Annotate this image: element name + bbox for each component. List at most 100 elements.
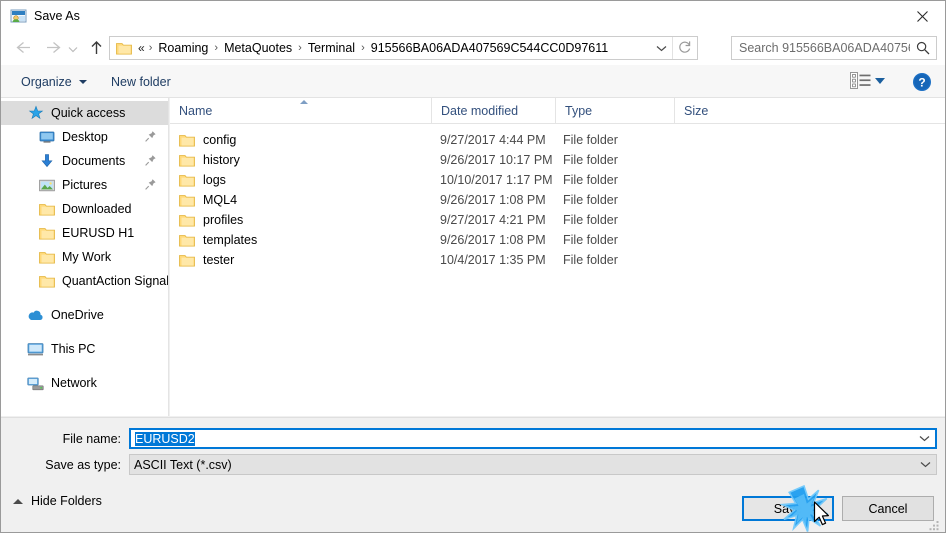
file-list-pane[interactable]: Name Date modified Type Size config 9/27… [170, 98, 945, 416]
up-button[interactable] [83, 36, 109, 62]
table-row[interactable]: logs 10/10/2017 1:17 PM File folder [170, 170, 945, 190]
column-header-size[interactable]: Size [674, 98, 753, 123]
sidebar-item-eurusd-h1[interactable]: EURUSD H1 [1, 221, 168, 245]
sidebar-item-this-pc[interactable]: This PC [1, 337, 168, 361]
help-icon: ? [912, 73, 932, 95]
pin-icon[interactable] [144, 130, 157, 143]
file-name-label: history [203, 153, 240, 167]
table-row[interactable]: tester 10/4/2017 1:35 PM File folder [170, 250, 945, 270]
title-bar: Save As [1, 1, 945, 32]
pin-icon[interactable] [144, 178, 157, 191]
sidebar-item-desktop[interactable]: Desktop [1, 125, 168, 149]
pc-icon [27, 341, 44, 358]
file-name-dropdown-button[interactable] [913, 435, 935, 442]
view-mode-icon [849, 71, 871, 92]
save-button[interactable]: Save [742, 496, 834, 521]
help-button[interactable]: ? [912, 72, 932, 92]
breadcrumb-item-roaming[interactable]: Roaming [154, 39, 212, 57]
chevron-down-icon [78, 79, 87, 84]
table-row[interactable]: templates 9/26/2017 1:08 PM File folder [170, 230, 945, 250]
refresh-button[interactable] [672, 37, 697, 59]
file-name-value[interactable]: EURUSD2 [135, 431, 913, 446]
breadcrumb-item-metaquotes[interactable]: MetaQuotes [220, 39, 296, 57]
sidebar-item-label: My Work [62, 250, 112, 264]
file-date-cell: 9/26/2017 1:08 PM [440, 233, 546, 247]
table-row[interactable]: MQL4 9/26/2017 1:08 PM File folder [170, 190, 945, 210]
save-as-type-value: ASCII Text (*.csv) [134, 457, 232, 472]
column-header-row: Name Date modified Type Size [170, 98, 945, 124]
save-as-type-dropdown-button[interactable] [914, 461, 936, 468]
forward-button[interactable] [40, 36, 66, 62]
breadcrumb: « › Roaming › MetaQuotes › Terminal › 91… [136, 39, 649, 57]
search-input[interactable]: Search 915566BA06ADA40756... [739, 41, 910, 55]
search-icon [910, 41, 936, 55]
sidebar-item-documents[interactable]: Documents [1, 149, 168, 173]
file-date-cell: 9/27/2017 4:44 PM [440, 133, 546, 147]
hide-folders-button[interactable]: Hide Folders [13, 494, 102, 508]
sidebar-item-my-work[interactable]: My Work [1, 245, 168, 269]
file-name-label: templates [203, 233, 258, 247]
arrow-left-icon [15, 40, 32, 58]
file-type-cell: File folder [563, 153, 618, 167]
view-mode-dropdown-icon[interactable] [875, 78, 885, 84]
breadcrumb-item-instance[interactable]: 915566BA06ADA407569C544CC0D97611 [367, 39, 612, 57]
search-box[interactable]: Search 915566BA06ADA40756... [731, 36, 937, 60]
sidebar-item-onedrive[interactable]: OneDrive [1, 303, 168, 327]
save-button-label: Save [773, 501, 803, 516]
table-row[interactable]: history 9/26/2017 10:17 PM File folder [170, 150, 945, 170]
organize-button[interactable]: Organize [15, 71, 93, 92]
back-button[interactable] [10, 36, 36, 62]
sidebar-item-downloaded[interactable]: Downloaded [1, 197, 168, 221]
sidebar-item-quick-access[interactable]: Quick access [1, 101, 168, 125]
breadcrumb-separator: › [298, 42, 302, 54]
network-icon [27, 375, 44, 392]
file-name-label: profiles [203, 213, 244, 227]
sidebar-item-pictures[interactable]: Pictures [1, 173, 168, 197]
folder-icon [179, 153, 195, 167]
sidebar-item-label: QuantAction Signal [62, 274, 168, 288]
resize-grip-icon[interactable] [928, 518, 941, 531]
folder-icon [38, 201, 55, 218]
save-as-icon [10, 8, 27, 24]
sidebar-item-quantaction-signal[interactable]: QuantAction Signal [1, 269, 168, 293]
sidebar-item-label: Network [51, 376, 97, 390]
file-name-cell: profiles [179, 213, 243, 227]
address-dropdown-button[interactable] [649, 41, 672, 55]
file-name-cell: history [179, 153, 240, 167]
breadcrumb-overflow[interactable]: « [136, 41, 147, 55]
address-bar[interactable]: « › Roaming › MetaQuotes › Terminal › 91… [109, 36, 698, 60]
close-button[interactable] [899, 1, 945, 31]
file-name-label: config [203, 133, 237, 147]
svg-text:?: ? [918, 76, 925, 90]
chevron-up-icon [13, 498, 23, 504]
file-name-selected-text: EURUSD2 [135, 431, 195, 446]
cancel-button-label: Cancel [868, 501, 908, 516]
file-date-cell: 10/10/2017 1:17 PM [440, 173, 553, 187]
cancel-button[interactable]: Cancel [842, 496, 934, 521]
pin-icon[interactable] [144, 154, 157, 167]
chevron-down-icon [919, 436, 929, 442]
file-name-input[interactable]: EURUSD2 [129, 428, 937, 449]
navigation-sidebar[interactable]: Quick access Desktop Documents Pictures … [1, 98, 169, 416]
navigation-bar: « › Roaming › MetaQuotes › Terminal › 91… [1, 32, 945, 65]
save-as-type-select[interactable]: ASCII Text (*.csv) [129, 454, 937, 475]
breadcrumb-separator: › [214, 42, 219, 54]
column-header-name[interactable]: Name [170, 98, 431, 123]
folder-icon [179, 253, 195, 267]
new-folder-button[interactable]: New folder [105, 71, 177, 92]
column-header-date-modified[interactable]: Date modified [431, 98, 555, 123]
table-row[interactable]: profiles 9/27/2017 4:21 PM File folder [170, 210, 945, 230]
column-header-type[interactable]: Type [555, 98, 674, 123]
recent-locations-button[interactable] [64, 36, 82, 62]
sidebar-item-label: Downloaded [62, 202, 132, 216]
sidebar-item-label: This PC [51, 342, 96, 356]
folder-icon [179, 233, 195, 247]
save-as-type-label: Save as type: [45, 458, 121, 472]
table-row[interactable]: config 9/27/2017 4:44 PM File folder [170, 130, 945, 150]
view-mode-button[interactable] [847, 71, 873, 92]
breadcrumb-item-terminal[interactable]: Terminal [304, 39, 359, 57]
sidebar-item-label: EURUSD H1 [62, 226, 135, 240]
sidebar-item-network[interactable]: Network [1, 371, 168, 395]
folder-icon [179, 133, 195, 147]
